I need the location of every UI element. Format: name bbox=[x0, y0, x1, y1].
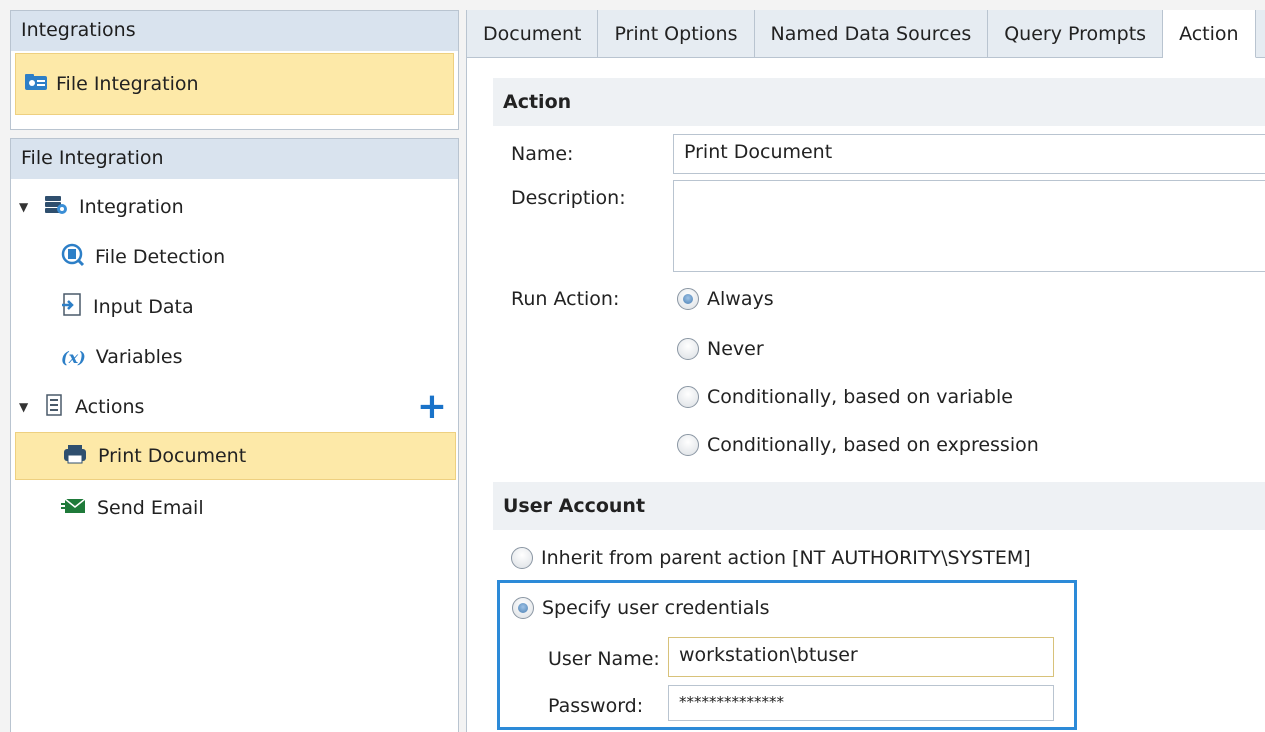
user-account-section-header: User Account bbox=[493, 482, 1265, 530]
run-option-label: Always bbox=[707, 288, 774, 310]
tree-item-integration[interactable]: ▼ Integration bbox=[19, 184, 184, 230]
tab-action[interactable]: Action bbox=[1163, 10, 1256, 58]
radio-button[interactable] bbox=[677, 434, 699, 456]
run-action-label: Run Action: bbox=[511, 288, 620, 310]
radio-button[interactable] bbox=[677, 386, 699, 408]
printer-icon bbox=[62, 443, 88, 470]
credentials-group: Specify user credentials User Name: work… bbox=[497, 580, 1077, 730]
radio-button-selected[interactable] bbox=[512, 597, 534, 619]
file-integration-header: File Integration bbox=[11, 139, 458, 179]
tab-query-prompts[interactable]: Query Prompts bbox=[988, 10, 1164, 58]
email-icon bbox=[61, 496, 87, 521]
user-name-label: User Name: bbox=[548, 648, 660, 670]
specify-credentials-option[interactable]: Specify user credentials bbox=[512, 597, 770, 619]
description-label: Description: bbox=[511, 187, 626, 209]
description-field[interactable] bbox=[673, 180, 1265, 272]
expand-caret-icon[interactable]: ▼ bbox=[19, 400, 33, 414]
integration-icon bbox=[43, 194, 69, 221]
tab-print-options[interactable]: Print Options bbox=[598, 10, 755, 58]
run-option-label: Conditionally, based on variable bbox=[707, 386, 1013, 408]
tree-item-print-document[interactable]: Print Document bbox=[15, 432, 456, 480]
integrations-header: Integrations bbox=[11, 11, 458, 51]
file-integration-icon bbox=[24, 72, 50, 97]
file-detection-icon bbox=[61, 243, 85, 272]
tree-label-variables: Variables bbox=[95, 346, 183, 368]
inherit-option[interactable]: Inherit from parent action [NT AUTHORITY… bbox=[511, 547, 1031, 569]
expand-caret-icon[interactable]: ▼ bbox=[19, 200, 33, 214]
tree-label-file-detection: File Detection bbox=[95, 246, 226, 268]
password-label: Password: bbox=[548, 695, 644, 717]
run-option-label: Conditionally, based on expression bbox=[707, 434, 1039, 456]
specify-option-label: Specify user credentials bbox=[542, 597, 770, 619]
tree-item-send-email[interactable]: Send Email bbox=[61, 485, 204, 531]
file-integration-panel: File Integration ▼ Integration File Dete… bbox=[10, 138, 459, 732]
action-section-header: Action bbox=[493, 78, 1265, 126]
tree-label-integration: Integration bbox=[79, 196, 184, 218]
tree-label-input-data: Input Data bbox=[93, 296, 194, 318]
radio-button[interactable] bbox=[677, 338, 699, 360]
password-field[interactable]: ************** bbox=[668, 685, 1054, 721]
input-data-icon bbox=[61, 292, 83, 322]
integration-item-file-integration[interactable]: File Integration bbox=[15, 53, 454, 115]
add-action-button[interactable]: + bbox=[415, 387, 449, 427]
tab-bar: Document Print Options Named Data Source… bbox=[467, 10, 1265, 58]
run-option-always[interactable]: Always bbox=[677, 288, 774, 310]
radio-button-selected[interactable] bbox=[677, 288, 699, 310]
name-field[interactable]: Print Document bbox=[673, 134, 1265, 174]
run-option-never[interactable]: Never bbox=[677, 338, 764, 360]
user-name-field[interactable]: workstation\btuser bbox=[668, 637, 1054, 677]
tree-label-print-document: Print Document bbox=[98, 445, 247, 467]
tab-document[interactable]: Document bbox=[467, 10, 599, 58]
radio-button[interactable] bbox=[511, 547, 533, 569]
name-label: Name: bbox=[511, 143, 574, 165]
tree-item-file-detection[interactable]: File Detection bbox=[61, 234, 225, 280]
run-option-variable[interactable]: Conditionally, based on variable bbox=[677, 386, 1013, 408]
tree-item-variables[interactable]: (x) Variables bbox=[61, 334, 183, 380]
tree-item-input-data[interactable]: Input Data bbox=[61, 284, 194, 330]
run-option-label: Never bbox=[707, 338, 764, 360]
variables-icon: (x) bbox=[61, 347, 86, 367]
tree-item-actions[interactable]: ▼ Actions bbox=[19, 384, 144, 430]
action-editor: Document Print Options Named Data Source… bbox=[466, 10, 1265, 732]
tab-named-data-sources[interactable]: Named Data Sources bbox=[755, 10, 989, 58]
inherit-option-label: Inherit from parent action [NT AUTHORITY… bbox=[541, 547, 1031, 569]
run-option-expression[interactable]: Conditionally, based on expression bbox=[677, 434, 1039, 456]
tree-label-actions: Actions bbox=[75, 396, 145, 418]
actions-icon bbox=[43, 393, 65, 422]
integration-item-label: File Integration bbox=[56, 73, 199, 95]
integrations-panel: Integrations File Integration bbox=[10, 10, 459, 130]
tree-label-send-email: Send Email bbox=[97, 497, 204, 519]
